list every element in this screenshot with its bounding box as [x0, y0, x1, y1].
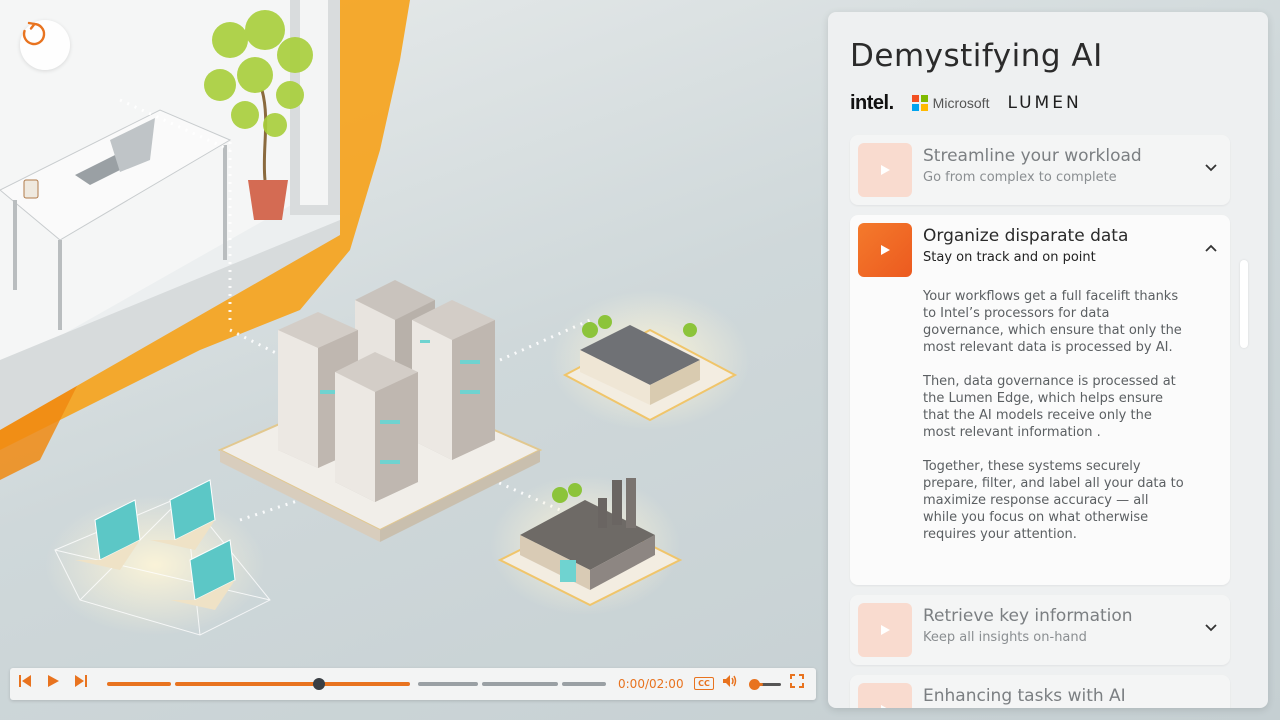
- isometric-illustration: [0, 0, 750, 636]
- lumen-logo: LUMEN: [1007, 93, 1082, 113]
- chapter-subtitle: Keep all insights on-hand: [923, 630, 1087, 645]
- panel-scrollbar[interactable]: [1240, 260, 1248, 348]
- panel-title: Demystifying AI: [850, 38, 1103, 74]
- chapter-segment: [482, 682, 558, 686]
- chapter-segment: [107, 682, 171, 686]
- chapter-segment: [418, 682, 478, 686]
- chevron-down-icon[interactable]: [1204, 161, 1218, 175]
- chapter-title: Enhancing tasks with AI: [923, 686, 1126, 706]
- skip-forward-button[interactable]: [74, 674, 94, 694]
- partner-logos: intel. Microsoft LUMEN: [850, 92, 1082, 114]
- chapter-card-retrieve[interactable]: Retrieve key information Keep all insigh…: [850, 595, 1230, 665]
- chapter-segment: [562, 682, 606, 686]
- skip-back-button[interactable]: [18, 674, 38, 694]
- side-panel: Demystifying AI intel. Microsoft LUMEN S…: [828, 12, 1268, 708]
- play-icon: [881, 245, 890, 255]
- volume-thumb[interactable]: [749, 679, 760, 690]
- replay-icon: [22, 21, 46, 46]
- progress-thumb[interactable]: [313, 678, 325, 690]
- description-paragraph: Together, these systems securely prepare…: [923, 459, 1184, 542]
- chapter-play-button[interactable]: [858, 223, 912, 277]
- chapter-card-organize[interactable]: Organize disparate data Stay on track an…: [850, 215, 1230, 585]
- chapter-subtitle: Stay on track and on point: [923, 250, 1096, 265]
- volume-icon: [723, 675, 737, 687]
- play-icon: [881, 165, 890, 175]
- chapter-title: Organize disparate data: [923, 226, 1129, 246]
- chapter-card-streamline[interactable]: Streamline your workload Go from complex…: [850, 135, 1230, 205]
- fullscreen-icon: [790, 674, 804, 688]
- chapter-play-button[interactable]: [858, 683, 912, 708]
- chevron-up-icon[interactable]: [1204, 241, 1218, 255]
- chapter-subtitle: Go from complex to complete: [923, 170, 1117, 185]
- play-button[interactable]: [46, 674, 66, 694]
- progress-fill: [320, 682, 410, 686]
- replay-button[interactable]: [20, 20, 70, 70]
- microsoft-grid-icon: [911, 95, 928, 111]
- chapter-title: Retrieve key information: [923, 606, 1133, 626]
- description-paragraph: Then, data governance is processed at th…: [923, 374, 1176, 440]
- microsoft-logo-text: Microsoft: [932, 95, 990, 111]
- chapter-title: Streamline your workload: [923, 146, 1142, 166]
- chevron-down-icon[interactable]: [1204, 621, 1218, 635]
- chapter-segment: [175, 682, 320, 686]
- video-scene: 0:00/02:00 CC: [0, 0, 828, 720]
- chapter-play-button[interactable]: [858, 143, 912, 197]
- description-paragraph: Your workflows get a full facelift thank…: [923, 289, 1182, 355]
- chapter-description: Your workflows get a full facelift thank…: [923, 288, 1185, 560]
- skip-forward-icon: [75, 675, 87, 687]
- time-display: 0:00/02:00: [618, 677, 684, 691]
- video-player-bar: 0:00/02:00 CC: [10, 668, 816, 700]
- chapter-play-button[interactable]: [858, 603, 912, 657]
- fullscreen-button[interactable]: [790, 674, 810, 694]
- play-icon: [48, 675, 59, 687]
- play-icon: [881, 705, 887, 708]
- microsoft-logo: Microsoft: [911, 95, 990, 111]
- skip-back-icon: [19, 675, 31, 687]
- volume-button[interactable]: [722, 674, 742, 694]
- chapter-card-enhancing[interactable]: Enhancing tasks with AI: [850, 675, 1230, 708]
- intel-logo: intel.: [850, 91, 894, 114]
- captions-button[interactable]: CC: [694, 677, 714, 690]
- play-icon: [881, 625, 890, 635]
